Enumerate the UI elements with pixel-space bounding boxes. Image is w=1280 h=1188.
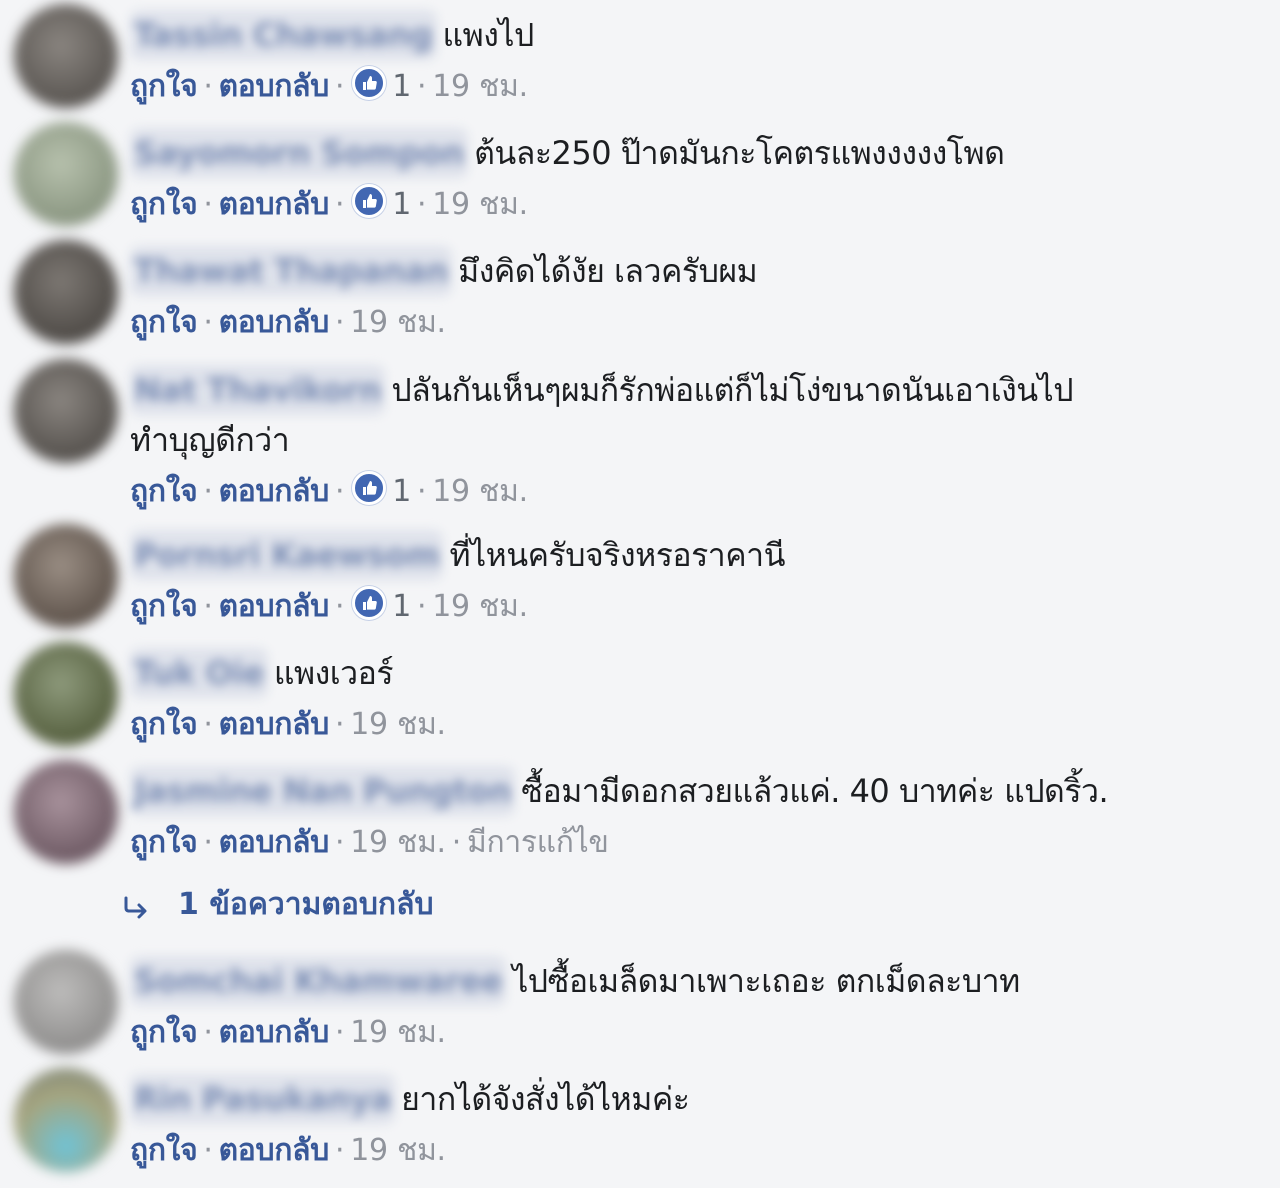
like-link[interactable]: ถูกใจ bbox=[130, 589, 198, 624]
like-reaction-icon[interactable] bbox=[352, 66, 387, 100]
separator: · bbox=[203, 707, 213, 742]
avatar[interactable] bbox=[14, 359, 118, 463]
separator: · bbox=[417, 474, 427, 509]
reply-link[interactable]: ตอบกลับ bbox=[219, 187, 330, 222]
separator: · bbox=[417, 69, 427, 104]
edited-label[interactable]: มีการแก้ไข bbox=[467, 825, 609, 860]
reply-arrow-icon bbox=[122, 886, 154, 936]
separator: · bbox=[334, 589, 345, 624]
separator: · bbox=[203, 69, 213, 104]
separator: · bbox=[334, 69, 345, 104]
separator: · bbox=[451, 825, 462, 860]
like-link[interactable]: ถูกใจ bbox=[130, 69, 198, 104]
like-count[interactable]: 1 bbox=[392, 187, 411, 222]
avatar[interactable] bbox=[14, 4, 118, 108]
commenter-name[interactable]: Jasmine Nan Pungton bbox=[130, 766, 516, 816]
avatar[interactable] bbox=[14, 240, 118, 344]
timestamp[interactable]: 19 ชม. bbox=[350, 707, 446, 742]
separator: · bbox=[203, 589, 213, 624]
comment-text: ต้นละ250 ป๊าดมันกะโคตรแพงงงงงโพด bbox=[474, 134, 1005, 172]
avatar[interactable] bbox=[14, 760, 118, 864]
separator: · bbox=[417, 589, 427, 624]
reply-link[interactable]: ตอบกลับ bbox=[219, 589, 330, 624]
comment-text: ซื้อมามีดอกสวยแล้วแค่. 40 บาทค่ะ แปดริ้ว… bbox=[521, 772, 1109, 810]
separator: · bbox=[334, 474, 345, 509]
commenter-name[interactable]: Thawat Thapanan bbox=[130, 246, 453, 296]
avatar[interactable] bbox=[14, 642, 118, 746]
like-link[interactable]: ถูกใจ bbox=[130, 1015, 198, 1050]
commenter-name[interactable]: Somchai Khamwaree bbox=[130, 956, 507, 1006]
timestamp[interactable]: 19 ชม. bbox=[350, 305, 446, 340]
like-link[interactable]: ถูกใจ bbox=[130, 474, 198, 509]
separator: · bbox=[334, 707, 345, 742]
timestamp[interactable]: 19 ชม. bbox=[432, 474, 528, 509]
separator: · bbox=[203, 187, 213, 222]
comment-text-continued: ทำบุญดีกว่า bbox=[130, 421, 290, 459]
comment-text: มึงคิดได้งัย เลวครับผม bbox=[458, 252, 758, 290]
separator: · bbox=[203, 474, 213, 509]
separator: · bbox=[334, 305, 345, 340]
reply-link[interactable]: ตอบกลับ bbox=[219, 305, 330, 340]
avatar[interactable] bbox=[14, 1068, 118, 1172]
comment-text: ไปซื้อเมล็ดมาเพาะเถอะ ตกเม็ดละบาท bbox=[512, 962, 1020, 1000]
reply-link[interactable]: ตอบกลับ bbox=[219, 1133, 330, 1168]
like-reaction-icon[interactable] bbox=[352, 586, 387, 620]
like-link[interactable]: ถูกใจ bbox=[130, 1133, 198, 1168]
timestamp[interactable]: 19 ชม. bbox=[350, 1015, 446, 1050]
comment-text: แพงไป bbox=[442, 16, 535, 54]
replies-count-label[interactable]: 1 ข้อความตอบกลับ bbox=[178, 887, 434, 922]
separator: · bbox=[334, 187, 345, 222]
comment-text: แพงเวอร์ bbox=[273, 654, 394, 692]
separator: · bbox=[203, 1015, 213, 1050]
commenter-name[interactable]: Tuk Oie bbox=[130, 648, 268, 698]
separator: · bbox=[334, 825, 345, 860]
like-link[interactable]: ถูกใจ bbox=[130, 187, 198, 222]
comment-text: ที่ไหนครับจริงหรอราคานี bbox=[449, 536, 785, 574]
comment-text: ปลันกันเห็นๆผมก็รักพ่อแต่ก็ไม่โง่ขนาดนัน… bbox=[391, 371, 1074, 409]
view-replies-link[interactable]: 1 ข้อความตอบกลับ bbox=[122, 880, 434, 936]
like-reaction-icon[interactable] bbox=[352, 184, 387, 218]
avatar[interactable] bbox=[14, 950, 118, 1054]
reply-link[interactable]: ตอบกลับ bbox=[219, 707, 330, 742]
commenter-name[interactable]: Nat Thavikorn bbox=[130, 365, 386, 415]
like-link[interactable]: ถูกใจ bbox=[130, 825, 198, 860]
reply-link[interactable]: ตอบกลับ bbox=[219, 474, 330, 509]
like-link[interactable]: ถูกใจ bbox=[130, 305, 198, 340]
commenter-name[interactable]: Tassin Chawsang bbox=[130, 10, 437, 60]
timestamp[interactable]: 19 ชม. bbox=[432, 187, 528, 222]
separator: · bbox=[417, 187, 427, 222]
separator: · bbox=[334, 1133, 345, 1168]
like-link[interactable]: ถูกใจ bbox=[130, 707, 198, 742]
separator: · bbox=[203, 1133, 213, 1168]
timestamp[interactable]: 19 ชม. bbox=[350, 825, 446, 860]
avatar[interactable] bbox=[14, 122, 118, 226]
reply-link[interactable]: ตอบกลับ bbox=[219, 1015, 330, 1050]
timestamp[interactable]: 19 ชม. bbox=[432, 589, 528, 624]
like-count[interactable]: 1 bbox=[392, 69, 411, 104]
reply-link[interactable]: ตอบกลับ bbox=[219, 825, 330, 860]
avatar[interactable] bbox=[14, 524, 118, 628]
commenter-name[interactable]: Pornsri Kaewsom bbox=[130, 530, 444, 580]
separator: · bbox=[203, 305, 213, 340]
like-count[interactable]: 1 bbox=[392, 589, 411, 624]
separator: · bbox=[203, 825, 213, 860]
like-count[interactable]: 1 bbox=[392, 474, 411, 509]
like-reaction-icon[interactable] bbox=[352, 471, 387, 505]
timestamp[interactable]: 19 ชม. bbox=[350, 1133, 446, 1168]
reply-link[interactable]: ตอบกลับ bbox=[219, 69, 330, 104]
comment-text: ยากได้จังสั่งได้ไหมค่ะ bbox=[401, 1080, 690, 1118]
separator: · bbox=[334, 1015, 345, 1050]
commenter-name[interactable]: Sayomorn Sompon bbox=[130, 128, 469, 178]
commenter-name[interactable]: Rin Pasukanya bbox=[130, 1074, 396, 1124]
timestamp[interactable]: 19 ชม. bbox=[432, 69, 528, 104]
